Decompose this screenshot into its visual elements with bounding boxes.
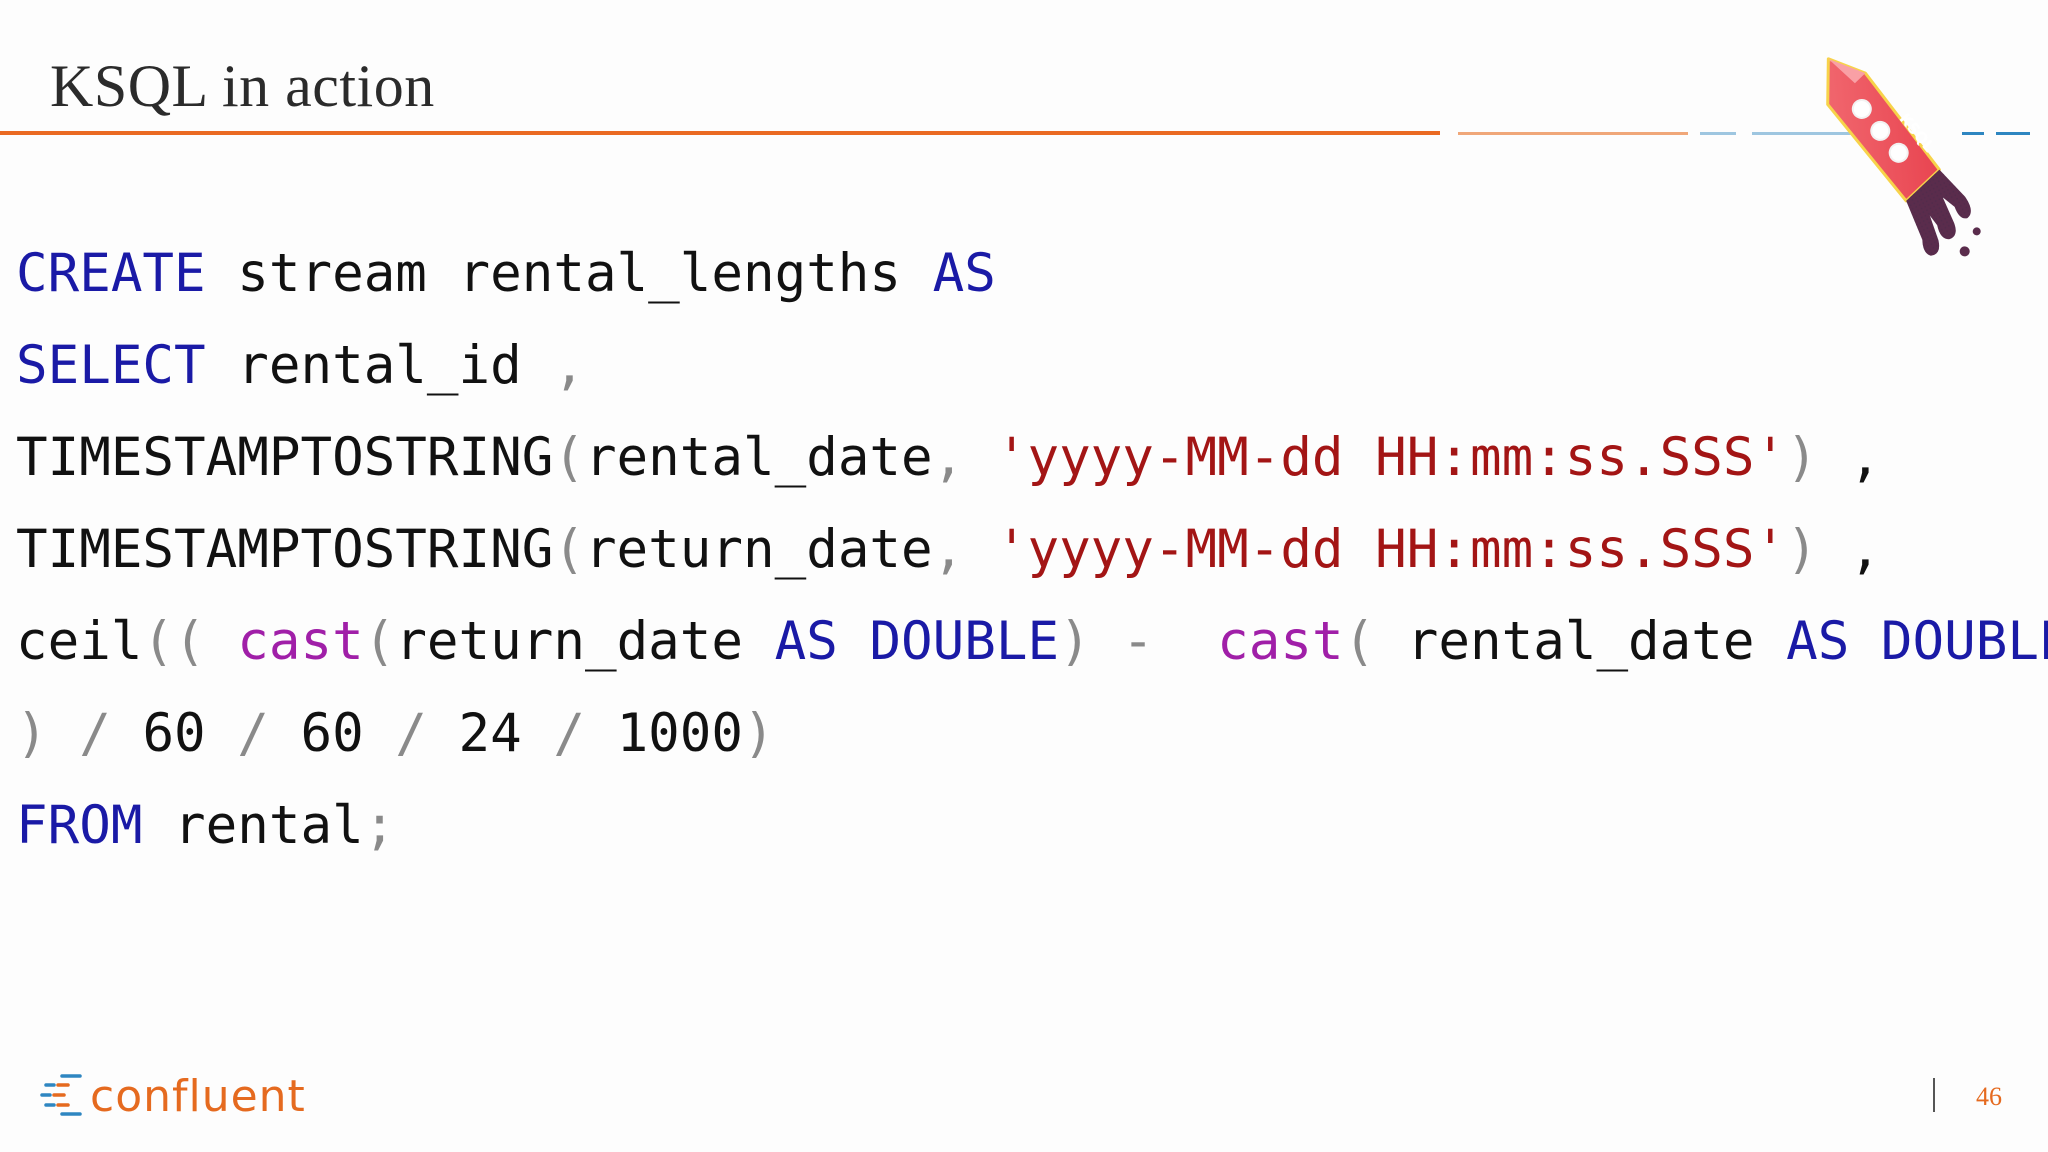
code-token: AS <box>774 611 838 672</box>
code-token: , <box>1817 519 1881 580</box>
code-line: ) / 60 / 60 / 24 / 1000) <box>16 688 2048 780</box>
code-token: rental_date <box>584 427 933 488</box>
code-token: ( <box>553 519 585 580</box>
code-token: ) <box>16 703 48 764</box>
code-line: SELECT rental_id , <box>16 320 2048 412</box>
code-token: ( <box>363 611 396 672</box>
code-line: TIMESTAMPTOSTRING(return_date, 'yyyy-MM-… <box>16 504 2048 596</box>
code-token: SELECT <box>16 335 206 396</box>
code-token: CREATE <box>16 243 206 304</box>
code-line: TIMESTAMPTOSTRING(rental_date, 'yyyy-MM-… <box>16 412 2048 504</box>
code-token: / <box>205 703 301 764</box>
code-line: ceil(( cast(return_date AS DOUBLE) - cas… <box>16 596 2048 688</box>
title-underline <box>0 131 1440 135</box>
code-token: TIMESTAMPTOSTRING <box>16 427 554 488</box>
code-token: - <box>1090 611 1186 672</box>
confluent-logo-icon <box>40 1074 82 1116</box>
code-token: stream rental_lengths <box>205 243 933 304</box>
code-token: return_date <box>395 611 775 672</box>
code-token: , <box>932 519 996 580</box>
code-token: 60 <box>142 703 206 764</box>
code-token: ceil <box>16 611 143 672</box>
page-number-separator <box>1933 1078 1935 1112</box>
code-token: cast <box>237 611 364 672</box>
code-token: rental_date <box>1375 611 1787 672</box>
code-line: FROM rental; <box>16 780 2048 872</box>
code-token: / <box>521 703 617 764</box>
code-token: , <box>1817 427 1881 488</box>
slide: KSQL in action KSQL CREATE stream rental… <box>0 0 2048 1152</box>
code-token: 60 <box>300 703 364 764</box>
code-token: (( <box>142 611 206 672</box>
code-token: ; <box>363 795 396 856</box>
code-token: , <box>553 335 585 396</box>
code-token: ) <box>1786 427 1818 488</box>
code-token: ( <box>1343 611 1376 672</box>
code-token: ) <box>743 703 775 764</box>
code-token: ) <box>1786 519 1818 580</box>
code-token: rental <box>142 795 364 856</box>
code-token: ) <box>1059 611 1091 672</box>
code-token: return_date <box>584 519 933 580</box>
code-token: DOUBLE <box>869 611 1060 672</box>
code-token: AS <box>932 243 996 304</box>
slide-title: KSQL in action <box>50 53 435 119</box>
code-token: AS <box>1786 611 1850 672</box>
code-token: 24 <box>458 703 522 764</box>
confluent-logo-text: confluent <box>90 1070 306 1122</box>
title-underline-segment <box>1700 132 1736 135</box>
code-token: ( <box>553 427 585 488</box>
code-token: 'yyyy-MM-dd HH:mm:ss.SSS' <box>995 519 1787 580</box>
code-token: 'yyyy-MM-dd HH:mm:ss.SSS' <box>995 427 1787 488</box>
page-number: 46 <box>1976 1082 2002 1111</box>
code-token: DOUBLE <box>1880 611 2048 672</box>
code-block: CREATE stream rental_lengths AS SELECT re… <box>16 228 2048 872</box>
code-token: FROM <box>16 795 143 856</box>
code-line: CREATE stream rental_lengths AS <box>16 228 2048 320</box>
confluent-logo: confluent <box>40 1068 306 1124</box>
code-token: 1000 <box>616 703 744 764</box>
code-token: rental_id <box>205 335 554 396</box>
code-token: , <box>932 427 996 488</box>
title-underline-segment <box>1458 132 1688 135</box>
code-token: / <box>47 703 143 764</box>
code-token: / <box>363 703 459 764</box>
code-token: TIMESTAMPTOSTRING <box>16 519 554 580</box>
code-token: cast <box>1217 611 1344 672</box>
